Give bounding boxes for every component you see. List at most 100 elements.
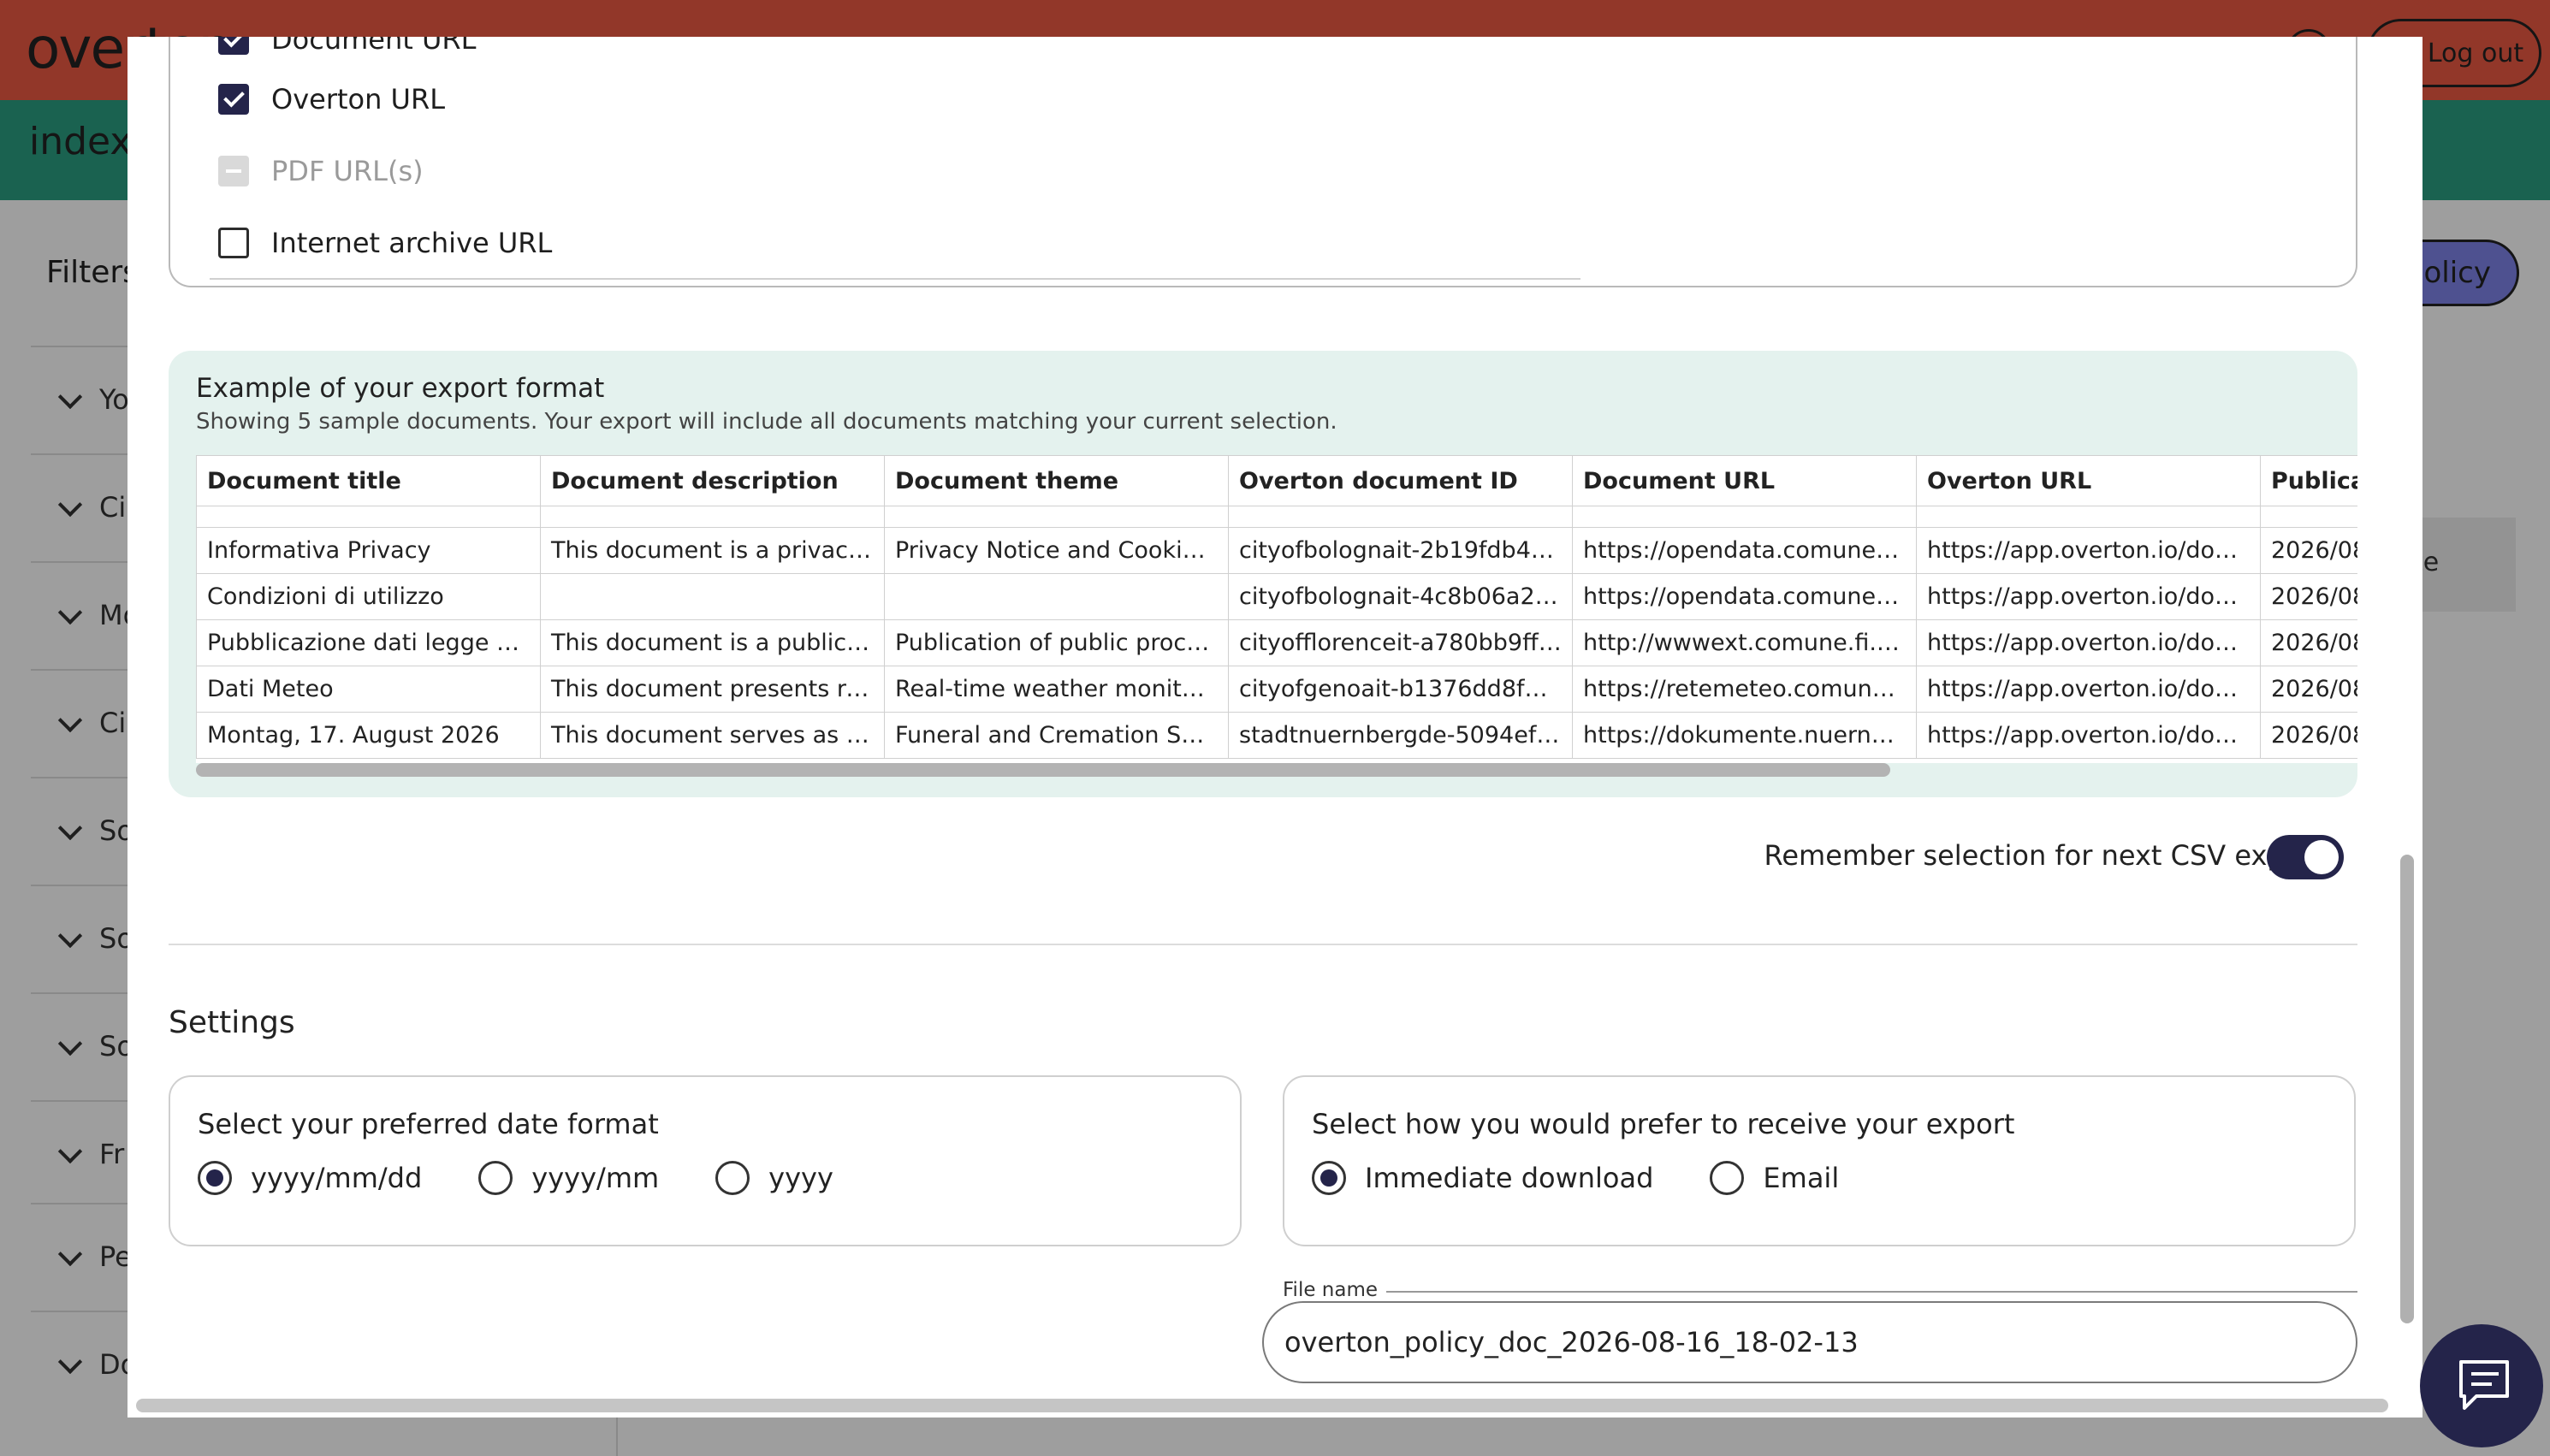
table-cell (1916, 506, 2261, 528)
table-cell: Funeral and Cremation Servi... (884, 712, 1229, 759)
field-label: Overton URL (271, 83, 446, 115)
field-document-url[interactable]: Document URL (218, 37, 476, 56)
table-cell (2260, 506, 2357, 528)
table-cell: Montag, 17. August 2026 (196, 712, 541, 759)
remember-selection-toggle[interactable] (2267, 835, 2344, 879)
checkbox-icon[interactable] (218, 84, 249, 115)
date-format-box: Select your preferred date format yyyy/m… (169, 1075, 1242, 1246)
table-cell: 2026/08 (2260, 573, 2357, 620)
table-cell: Informativa Privacy (196, 527, 541, 574)
radio-label: yyyy (768, 1162, 833, 1194)
example-table: Document title Document description Docume… (196, 455, 2357, 759)
table-cell: 2026/08 (2260, 666, 2357, 713)
table-cell: cityofgenoait-b1376dd8f54c... (1228, 666, 1573, 713)
checkbox-icon[interactable] (218, 228, 249, 258)
table-cell: https://app.overton.io/docu... (1916, 712, 2261, 759)
radio-label: Immediate download (1365, 1162, 1654, 1194)
table-cell: This document serves as an ... (540, 712, 885, 759)
modal-horizontal-scrollbar[interactable] (136, 1399, 2388, 1412)
field-label: PDF URL(s) (271, 155, 424, 187)
file-name-label: File name (1274, 1279, 1387, 1301)
table-cell: https://dokumente.nuernber... (1572, 712, 1917, 759)
radio-option[interactable]: Email (1710, 1161, 1839, 1195)
radio-option[interactable]: yyyy (715, 1161, 833, 1195)
column-header: Overton document ID (1228, 455, 1573, 506)
table-cell: This document is a publicati... (540, 619, 885, 666)
settings-title: Settings (169, 1005, 295, 1040)
modal-scrollbar[interactable] (2400, 855, 2414, 1323)
table-cell: cityofbolognait-2b19fdb4b6... (1228, 527, 1573, 574)
column-header: Document theme (884, 455, 1229, 506)
table-row: Dati Meteo This document presents real...… (196, 666, 2357, 713)
table-cell: Publication of public procure... (884, 619, 1229, 666)
chat-button[interactable] (2420, 1324, 2543, 1447)
table-cell: 2026/08 (2260, 619, 2357, 666)
table-cell: Privacy Notice and Cookie P... (884, 527, 1229, 574)
radio-option[interactable]: yyyy/mm/dd (198, 1161, 422, 1195)
table-row: Informativa Privacy This document is a pr… (196, 527, 2357, 574)
table-cell (1572, 506, 1917, 528)
date-format-title: Select your preferred date format (198, 1108, 659, 1140)
example-subtitle: Showing 5 sample documents. Your export … (196, 409, 1337, 435)
radio-label: yyyy/mm (531, 1162, 660, 1194)
field-internet-archive-url[interactable]: Internet archive URL (218, 227, 552, 259)
field-overton-url[interactable]: Overton URL (218, 83, 445, 115)
file-name-input[interactable]: overton_policy_doc_2026-08-16_18-02-13 (1262, 1301, 2357, 1383)
radio-icon[interactable] (198, 1161, 232, 1195)
table-cell: stadtnuernbergde-5094ef4... (1228, 712, 1573, 759)
table-cell: 2026/08 (2260, 527, 2357, 574)
column-header: Overton URL (1916, 455, 2261, 506)
export-modal: Document URL Overton URL PDF URL(s) Inte… (128, 37, 2422, 1418)
export-example: Example of your export format Showing 5 … (169, 351, 2357, 797)
table-cell: https://retemeteo.comune.g... (1572, 666, 1917, 713)
table-header-row: Document title Document description Docume… (196, 455, 2357, 506)
radio-icon[interactable] (478, 1161, 513, 1195)
table-cell: https://opendata.comune.b... (1572, 573, 1917, 620)
field-label: Internet archive URL (271, 227, 553, 259)
radio-icon[interactable] (715, 1161, 750, 1195)
table-cell: 2026/08 (2260, 712, 2357, 759)
checkbox-icon[interactable] (218, 37, 249, 55)
delivery-box: Select how you would prefer to receive y… (1283, 1075, 2356, 1246)
table-cell: This document is a privacy n... (540, 527, 885, 574)
file-name-outline (1382, 1291, 2357, 1293)
chat-icon (2459, 1360, 2509, 1410)
table-cell: cityofbolognait-4c8b06a2a... (1228, 573, 1573, 620)
table-cell: https://opendata.comune.b... (1572, 527, 1917, 574)
table-cell: This document presents real... (540, 666, 885, 713)
table-cell: Pubblicazione dati legge 190 (196, 619, 541, 666)
field-pdf-urls: PDF URL(s) (218, 155, 424, 187)
delivery-title: Select how you would prefer to receive y… (1312, 1108, 2015, 1140)
table-scrollbar[interactable] (196, 763, 1890, 777)
remember-selection-label: Remember selection for next CSV export (1764, 839, 2323, 872)
field-label: Document URL (271, 37, 477, 56)
table-row: Condizioni di utilizzo cityofbolognait-4c… (196, 573, 2357, 620)
table-cell: Real-time weather monitori... (884, 666, 1229, 713)
radio-label: Email (1763, 1162, 1840, 1194)
table-cell: https://app.overton.io/docu... (1916, 666, 2261, 713)
radio-icon[interactable] (1710, 1161, 1745, 1195)
delivery-options: Immediate download Email (1312, 1161, 1895, 1195)
table-cell: https://app.overton.io/docu... (1916, 527, 2261, 574)
table-cell (196, 506, 541, 528)
table-row: Pubblicazione dati legge 190 This documen… (196, 619, 2357, 666)
radio-option[interactable]: yyyy/mm (478, 1161, 659, 1195)
table-cell (540, 573, 885, 620)
table-cell: Condizioni di utilizzo (196, 573, 541, 620)
column-header: Publicat (2260, 455, 2357, 506)
column-header: Document URL (1572, 455, 1917, 506)
radio-icon[interactable] (1312, 1161, 1346, 1195)
divider (210, 278, 1580, 280)
column-header: Document title (196, 455, 541, 506)
table-cell (540, 506, 885, 528)
column-header: Document description (540, 455, 885, 506)
divider (169, 944, 2357, 945)
table-cell: https://app.overton.io/docu... (1916, 573, 2261, 620)
table-cell: Dati Meteo (196, 666, 541, 713)
table-cell: https://app.overton.io/docu... (1916, 619, 2261, 666)
toggle-knob (2304, 840, 2339, 874)
radio-option[interactable]: Immediate download (1312, 1161, 1653, 1195)
table-cell (1228, 506, 1573, 528)
radio-label: yyyy/mm/dd (251, 1162, 423, 1194)
table-cell (884, 506, 1229, 528)
